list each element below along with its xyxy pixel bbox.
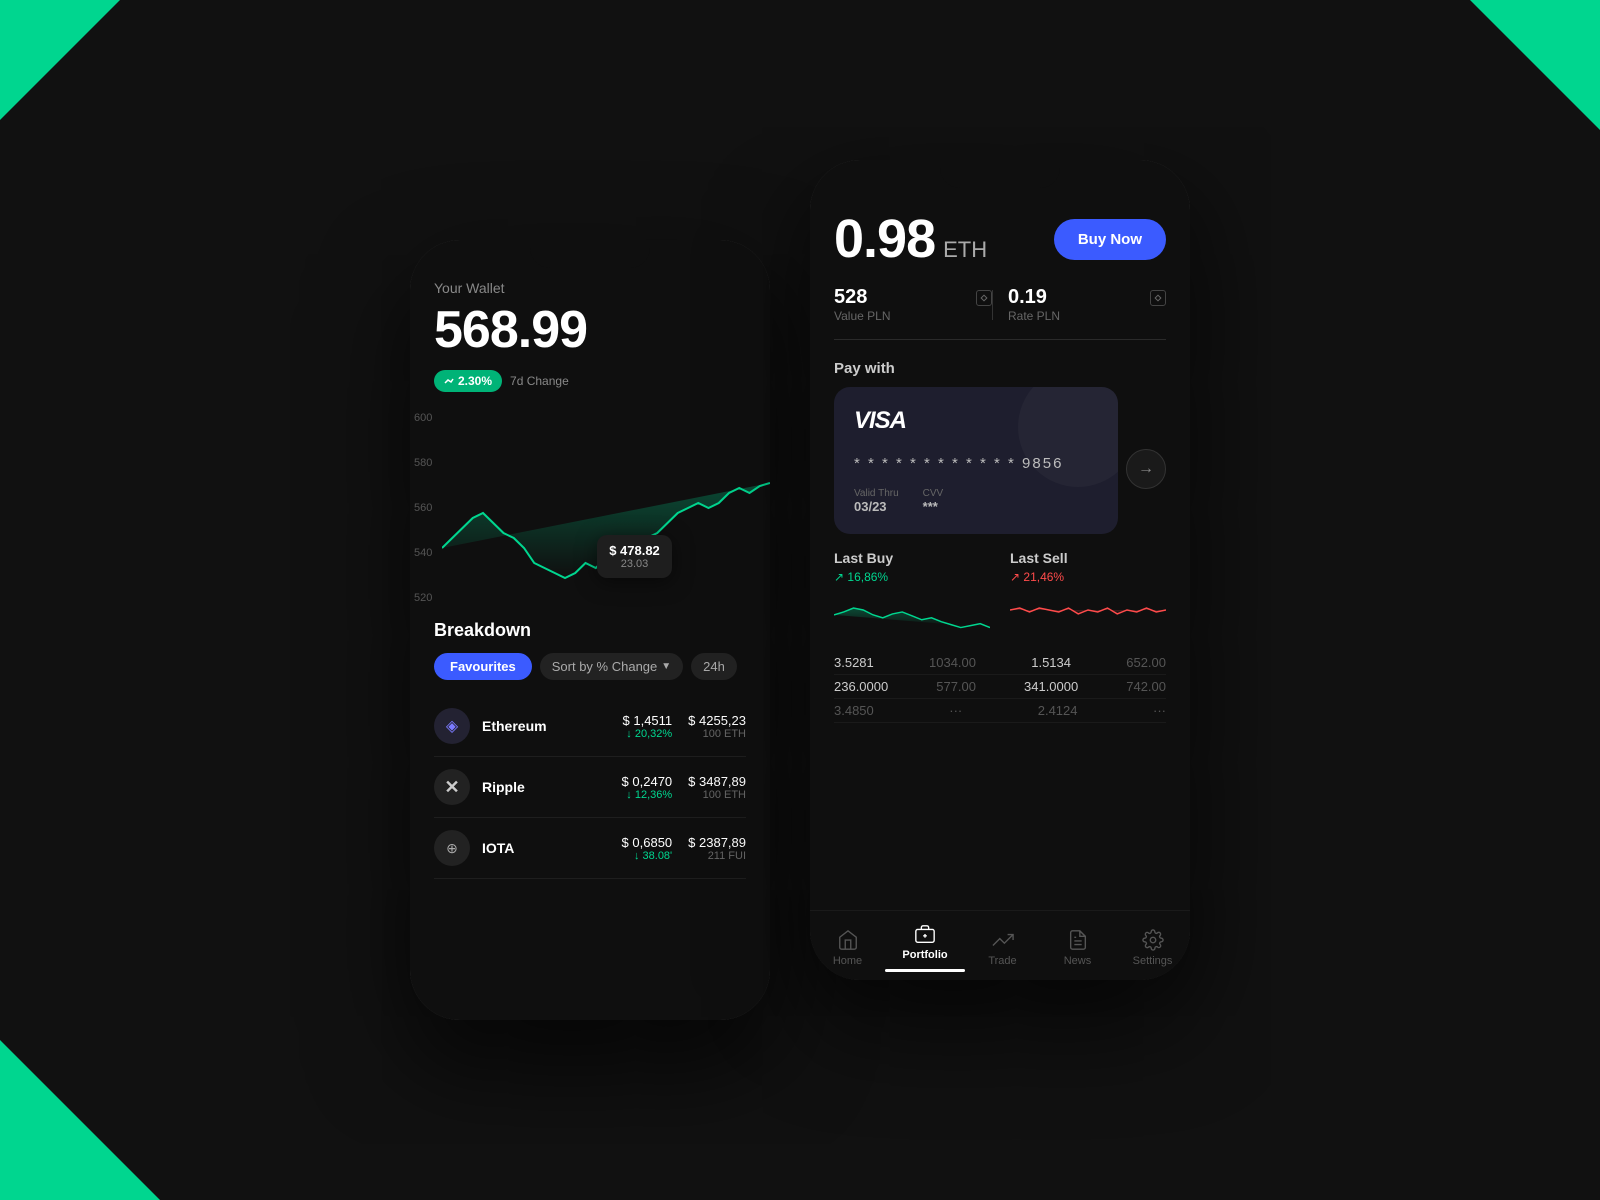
visa-card[interactable]: VISA * * * * * * * * * * * * 9856 Valid … (834, 387, 1118, 534)
phones-wrapper: Your Wallet 568.99 2.30% 7d Change 600 5… (50, 50, 1550, 1150)
eth-name: Ethereum (482, 718, 623, 734)
visa-logo: VISA (854, 407, 1098, 435)
last-buy-title: Last Buy (834, 550, 990, 566)
stat-diamond-icon-2 (1150, 290, 1166, 306)
eth-total: $ 4255,23 100 ETH (688, 713, 746, 740)
iota-icon: ⊕ (434, 830, 470, 866)
xrp-total: $ 3487,89 100 ETH (688, 774, 746, 801)
nav-trade[interactable]: Trade (965, 929, 1040, 967)
last-sell-title: Last Sell (1010, 550, 1166, 566)
crypto-item-iota[interactable]: ⊕ IOTA $ 0,6850 ↓ 38.08' $ 2387,89 211 F… (434, 818, 746, 879)
nav-portfolio-label: Portfolio (902, 949, 947, 961)
home-icon (837, 929, 859, 951)
card-cvv: CVV *** (923, 488, 944, 514)
nav-settings[interactable]: Settings (1115, 929, 1190, 967)
nav-portfolio[interactable]: Portfolio (885, 923, 965, 972)
last-sell-change: ↗ 21,46% (1010, 570, 1166, 584)
trade-icon (992, 929, 1014, 951)
stat-diamond-icon (976, 290, 992, 306)
stat-019: 0.19 (1008, 286, 1166, 309)
favourites-filter-button[interactable]: Favourites (434, 653, 532, 680)
last-buy-change: ↗ 16,86% (834, 570, 990, 584)
nav-home[interactable]: Home (810, 929, 885, 967)
eth-amount: 0.98 (834, 208, 935, 270)
phone-right: 0.98 ETH Buy Now 528 Value PLN (810, 160, 1190, 980)
bottom-nav: Home Portfolio (810, 910, 1190, 980)
period-filter-button[interactable]: 24h (691, 653, 737, 680)
right-content: 0.98 ETH Buy Now 528 Value PLN (810, 200, 1190, 910)
portfolio-icon (914, 923, 936, 945)
trading-row: Last Buy ↗ 16,86% (834, 550, 1166, 635)
buy-now-button[interactable]: Buy Now (1054, 219, 1166, 260)
pay-with-label: Pay with (834, 360, 1166, 377)
crypto-list: ◈ Ethereum $ 1,4511 ↓ 20,32% $ 4255,23 1… (434, 696, 746, 879)
stat-528: 528 (834, 286, 992, 309)
card-valid-thru: Valid Thru 03/23 (854, 488, 899, 514)
card-details: Valid Thru 03/23 CVV *** (854, 488, 1098, 514)
iota-total: $ 2387,89 211 FUI (688, 835, 746, 862)
settings-icon (1142, 929, 1164, 951)
iota-prices: $ 0,6850 ↓ 38.08' (622, 835, 673, 862)
nav-settings-label: Settings (1133, 955, 1173, 967)
data-row-3: 3.4850 ··· 2.4124 ··· (834, 699, 1166, 723)
phone-screen-left: Your Wallet 568.99 2.30% 7d Change 600 5… (410, 240, 770, 1020)
tooltip-price: $ 478.82 (609, 543, 660, 558)
sort-filter-button[interactable]: Sort by % Change ▼ (540, 653, 683, 680)
phone-notch-right (940, 160, 1060, 188)
nav-trade-label: Trade (988, 955, 1016, 967)
tooltip-date: 23.03 (609, 558, 660, 570)
card-arrow-button[interactable]: → (1126, 449, 1166, 489)
card-number: * * * * * * * * * * * * 9856 (854, 455, 1098, 472)
data-row-1: 3.5281 1034.00 1.5134 652.00 (834, 651, 1166, 675)
stats-row: 528 Value PLN 0.19 Rate PLN (834, 286, 1166, 340)
nav-news[interactable]: News (1040, 929, 1115, 967)
phone-left: Your Wallet 568.99 2.30% 7d Change 600 5… (410, 240, 770, 1020)
phone-screen-right: 0.98 ETH Buy Now 528 Value PLN (810, 160, 1190, 980)
data-row-2: 236.0000 577.00 341.0000 742.00 (834, 675, 1166, 699)
eth-prices: $ 1,4511 ↓ 20,32% (623, 713, 673, 740)
news-icon (1067, 929, 1089, 951)
nav-news-label: News (1064, 955, 1092, 967)
wallet-chart: 600 580 560 540 520 (410, 408, 770, 608)
stat-rate-pln: 0.19 Rate PLN (992, 286, 1166, 323)
xrp-prices: $ 0,2470 ↓ 12,36% (622, 774, 673, 801)
stat-rate-label: Rate PLN (1008, 309, 1166, 323)
chart-y-labels: 600 580 560 540 520 (414, 408, 432, 608)
wallet-amount: 568.99 (434, 300, 746, 360)
stat-value-pln: 528 Value PLN (834, 286, 992, 323)
last-sell-col: Last Sell ↗ 21,46% (1010, 550, 1166, 635)
pay-with-row: VISA * * * * * * * * * * * * 9856 Valid … (834, 387, 1166, 550)
eth-header: 0.98 ETH Buy Now (834, 200, 1166, 270)
xrp-name: Ripple (482, 779, 622, 795)
nav-indicator (885, 969, 965, 972)
nav-home-label: Home (833, 955, 862, 967)
eth-price-display: 0.98 ETH (834, 208, 987, 270)
crypto-item-eth[interactable]: ◈ Ethereum $ 1,4511 ↓ 20,32% $ 4255,23 1… (434, 696, 746, 757)
chart-svg (410, 408, 770, 608)
breakdown-filters: Favourites Sort by % Change ▼ 24h (434, 653, 746, 680)
iota-name: IOTA (482, 840, 622, 856)
change-badge: 2.30% (434, 370, 502, 392)
breakdown-title: Breakdown (434, 620, 746, 641)
stat-value-label: Value PLN (834, 309, 992, 323)
eth-currency-label: ETH (943, 237, 987, 263)
crypto-item-xrp[interactable]: ✕ Ripple $ 0,2470 ↓ 12,36% $ 3487,89 100… (434, 757, 746, 818)
eth-icon: ◈ (434, 708, 470, 744)
phone-notch-left (530, 240, 650, 268)
chart-tooltip: $ 478.82 23.03 (597, 535, 672, 578)
last-buy-col: Last Buy ↗ 16,86% (834, 550, 990, 635)
trading-data-table: 3.5281 1034.00 1.5134 652.00 236.0000 57… (834, 651, 1166, 723)
wallet-label: Your Wallet (434, 280, 746, 296)
change-period: 7d Change (510, 374, 569, 388)
xrp-icon: ✕ (434, 769, 470, 805)
buy-mini-chart (834, 590, 990, 630)
sell-mini-chart (1010, 590, 1166, 630)
